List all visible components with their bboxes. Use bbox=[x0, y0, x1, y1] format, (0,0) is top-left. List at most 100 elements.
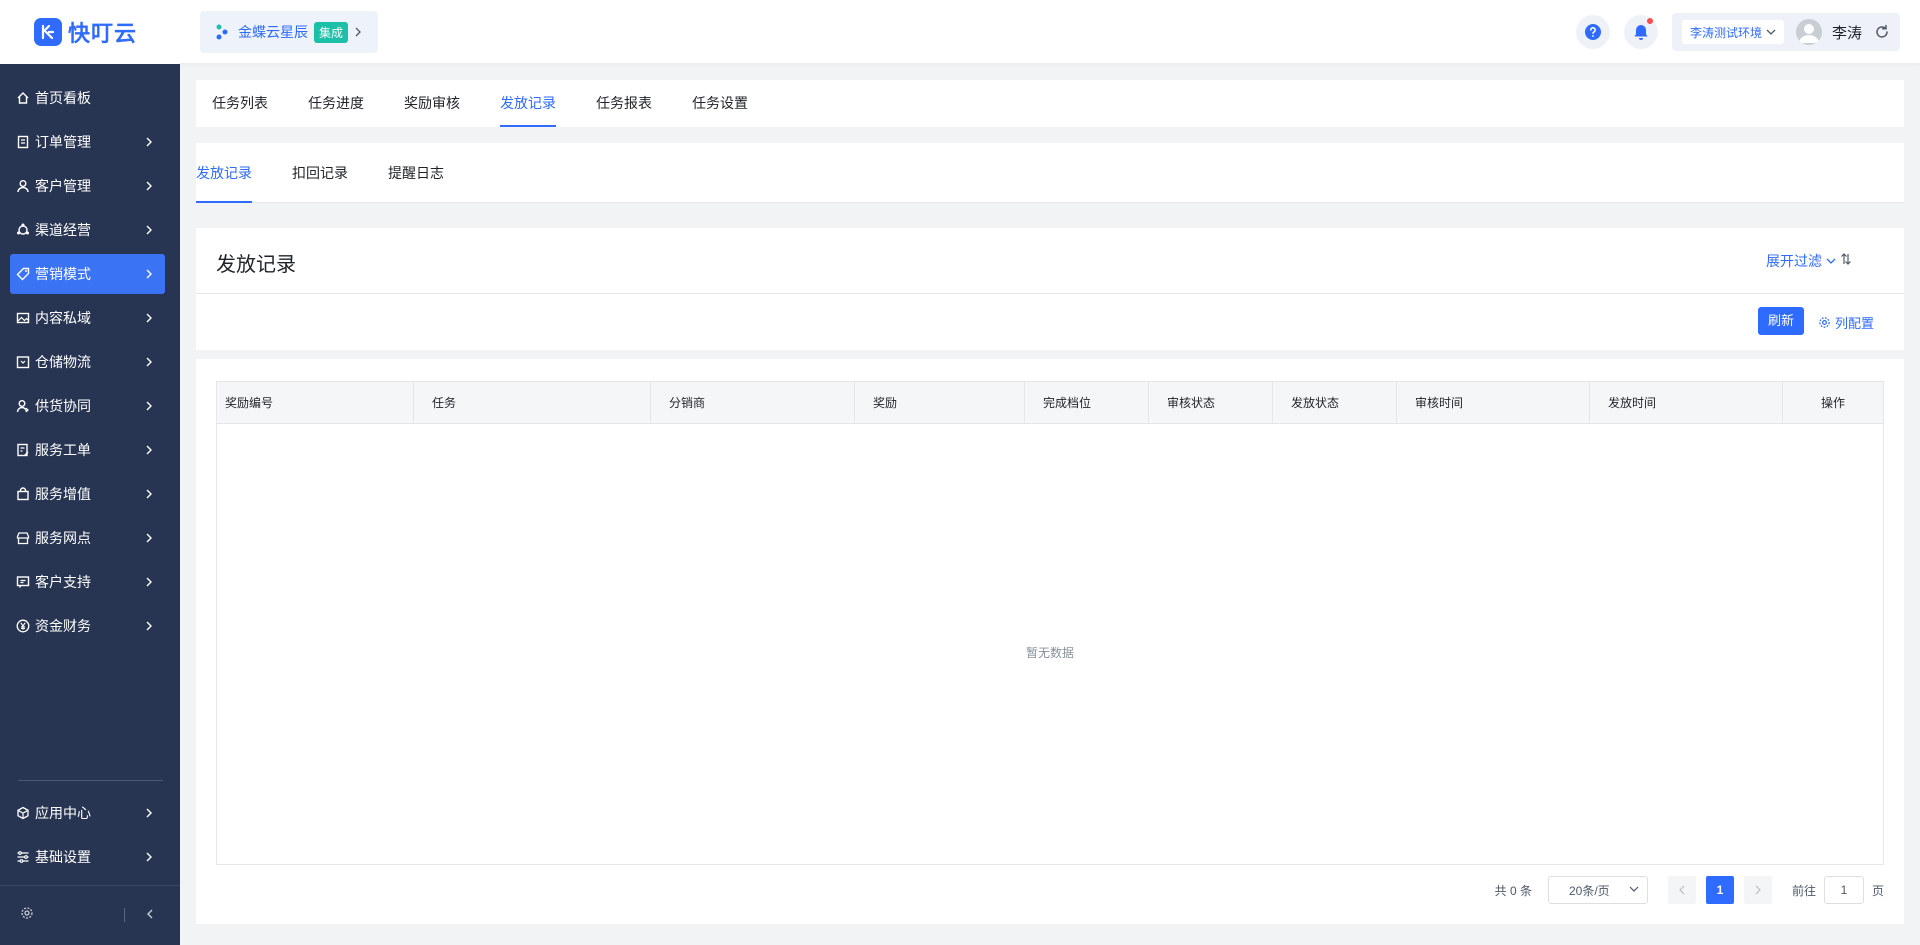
main-tabs: 任务列表 任务进度 奖励审核 发放记录 任务报表 任务设置 bbox=[196, 80, 1904, 127]
channel-icon bbox=[16, 223, 30, 237]
brand[interactable]: 快叮云 bbox=[0, 0, 180, 64]
brand-name: 快叮云 bbox=[68, 21, 138, 46]
sidebar-item-label: 首页看板 bbox=[35, 90, 91, 106]
refresh-button[interactable]: 刷新 bbox=[1757, 307, 1804, 335]
page-number-button[interactable]: 1 bbox=[1705, 876, 1734, 904]
next-page-button[interactable] bbox=[1743, 876, 1772, 904]
integration-label: 金蝶云星辰 bbox=[238, 24, 308, 40]
goto-page-input[interactable]: 1 bbox=[1823, 876, 1864, 904]
chevron-right-icon bbox=[146, 313, 152, 323]
sidebar-item-label: 订单管理 bbox=[35, 134, 91, 150]
subtab-clawback-records[interactable]: 扣回记录 bbox=[292, 143, 348, 203]
sidebar-item-channels[interactable]: 渠道经营 bbox=[10, 210, 165, 250]
tab-task-progress[interactable]: 任务进度 bbox=[308, 80, 364, 127]
sidebar-item-warehouse[interactable]: 仓储物流 bbox=[10, 342, 165, 382]
sidebar-item-support[interactable]: 客户支持 bbox=[10, 562, 165, 602]
sidebar: 首页看板 订单管理 客户管理 渠道经营 营销模式 内容私域 仓储物流 供货协同 … bbox=[0, 64, 180, 945]
sidebar-item-marketing[interactable]: 营销模式 bbox=[10, 254, 165, 294]
sort-button[interactable] bbox=[1840, 252, 1852, 269]
sidebar-item-finance[interactable]: 资金财务 bbox=[10, 606, 165, 646]
column-header[interactable]: 审核状态 bbox=[1149, 382, 1273, 424]
subtab-issuance-records[interactable]: 发放记录 bbox=[196, 143, 252, 203]
sidebar-item-content[interactable]: 内容私域 bbox=[10, 298, 165, 338]
help-button[interactable] bbox=[1575, 15, 1610, 49]
page-size-select[interactable]: 20条/页 bbox=[1547, 876, 1648, 904]
notification-button[interactable] bbox=[1623, 15, 1658, 49]
help-icon bbox=[1584, 24, 1601, 40]
sidebar-item-label: 渠道经营 bbox=[35, 222, 91, 238]
integration-badge: 集成 bbox=[314, 21, 349, 43]
pagination: 共 0 条 20条/页 1 前往 1 页 bbox=[1495, 875, 1884, 905]
cube-icon bbox=[16, 806, 30, 820]
integration-switch[interactable]: 金蝶云星辰 集成 bbox=[200, 11, 378, 53]
goto-suffix: 页 bbox=[1871, 883, 1884, 898]
prev-page-button[interactable] bbox=[1667, 876, 1696, 904]
store-icon bbox=[16, 531, 30, 545]
user-box: 李涛测试环境 李涛 bbox=[1671, 13, 1900, 51]
chevron-right-icon bbox=[146, 269, 152, 279]
sidebar-item-value-added[interactable]: 服务增值 bbox=[10, 474, 165, 514]
chevron-right-icon bbox=[146, 137, 152, 147]
sidebar-item-service-tickets[interactable]: 服务工单 bbox=[10, 430, 165, 470]
sidebar-item-customers[interactable]: 客户管理 bbox=[10, 166, 165, 206]
chevron-right-icon bbox=[146, 489, 152, 499]
collapse-sidebar-icon[interactable] bbox=[146, 907, 154, 923]
column-header[interactable]: 审核时间 bbox=[1397, 382, 1590, 424]
sub-tabs: 发放记录 扣回记录 提醒日志 bbox=[196, 143, 1904, 203]
column-header[interactable]: 发放状态 bbox=[1273, 382, 1397, 424]
tab-task-list[interactable]: 任务列表 bbox=[212, 80, 268, 127]
avatar[interactable] bbox=[1795, 19, 1822, 45]
column-header[interactable]: 分销商 bbox=[651, 382, 855, 424]
sidebar-item-label: 服务增值 bbox=[35, 486, 91, 502]
chevron-down-icon bbox=[1826, 258, 1836, 264]
top-header: 快叮云 金蝶云星辰 集成 李涛测试环境 李涛 bbox=[0, 0, 1920, 64]
user-name[interactable]: 李涛 bbox=[1832, 22, 1862, 43]
environment-select[interactable]: 李涛测试环境 bbox=[1681, 20, 1784, 44]
divider bbox=[196, 293, 1904, 294]
column-header[interactable]: 发放时间 bbox=[1590, 382, 1783, 424]
column-config-label: 列配置 bbox=[1834, 316, 1874, 331]
sidebar-item-label: 客户管理 bbox=[35, 178, 91, 194]
gear-icon bbox=[1819, 317, 1830, 328]
tab-task-reports[interactable]: 任务报表 bbox=[596, 80, 652, 127]
tab-reward-review[interactable]: 奖励审核 bbox=[404, 80, 460, 127]
chevron-right-icon bbox=[146, 401, 152, 411]
sidebar-item-label: 客户支持 bbox=[35, 574, 91, 590]
sidebar-item-dashboard[interactable]: 首页看板 bbox=[10, 78, 165, 118]
box-icon bbox=[16, 355, 30, 369]
chevron-down-icon bbox=[1766, 29, 1776, 35]
chevron-right-icon bbox=[146, 577, 152, 587]
tag-icon bbox=[16, 267, 30, 281]
empty-state-text: 暂无数据 bbox=[1025, 646, 1074, 660]
chevron-right-icon bbox=[146, 357, 152, 367]
ticket-icon bbox=[16, 443, 30, 457]
sidebar-item-settings[interactable]: 基础设置 bbox=[10, 837, 165, 877]
chevron-left-icon bbox=[1679, 885, 1685, 895]
page-size-value: 20条/页 bbox=[1568, 883, 1610, 898]
gear-icon[interactable] bbox=[20, 906, 34, 923]
expand-filter-button[interactable]: 展开过滤 bbox=[1766, 251, 1836, 271]
chevron-right-icon bbox=[146, 621, 152, 631]
column-config-button[interactable]: 列配置 bbox=[1818, 313, 1874, 332]
column-header[interactable]: 奖励 bbox=[855, 382, 1025, 424]
tab-issuance-records[interactable]: 发放记录 bbox=[500, 80, 556, 127]
column-header[interactable]: 奖励编号 bbox=[217, 382, 414, 424]
sidebar-item-service-points[interactable]: 服务网点 bbox=[10, 518, 165, 558]
sidebar-item-label: 服务网点 bbox=[35, 530, 91, 546]
subtab-reminder-logs[interactable]: 提醒日志 bbox=[388, 143, 444, 203]
sidebar-footer bbox=[0, 885, 180, 945]
sidebar-item-label: 营销模式 bbox=[35, 266, 91, 282]
tab-task-settings[interactable]: 任务设置 bbox=[692, 80, 748, 127]
sidebar-item-orders[interactable]: 订单管理 bbox=[10, 122, 165, 162]
sidebar-item-label: 供货协同 bbox=[35, 398, 91, 414]
sidebar-item-label: 资金财务 bbox=[35, 618, 91, 634]
chevron-right-icon bbox=[146, 808, 152, 818]
column-header[interactable]: 任务 bbox=[414, 382, 651, 424]
user-icon bbox=[16, 179, 30, 193]
reload-button[interactable] bbox=[1874, 24, 1890, 40]
chevron-down-icon bbox=[1629, 886, 1639, 892]
sidebar-item-supply[interactable]: 供货协同 bbox=[10, 386, 165, 426]
bag-icon bbox=[16, 487, 30, 501]
sidebar-item-app-center[interactable]: 应用中心 bbox=[10, 793, 165, 833]
column-header[interactable]: 完成档位 bbox=[1025, 382, 1149, 424]
